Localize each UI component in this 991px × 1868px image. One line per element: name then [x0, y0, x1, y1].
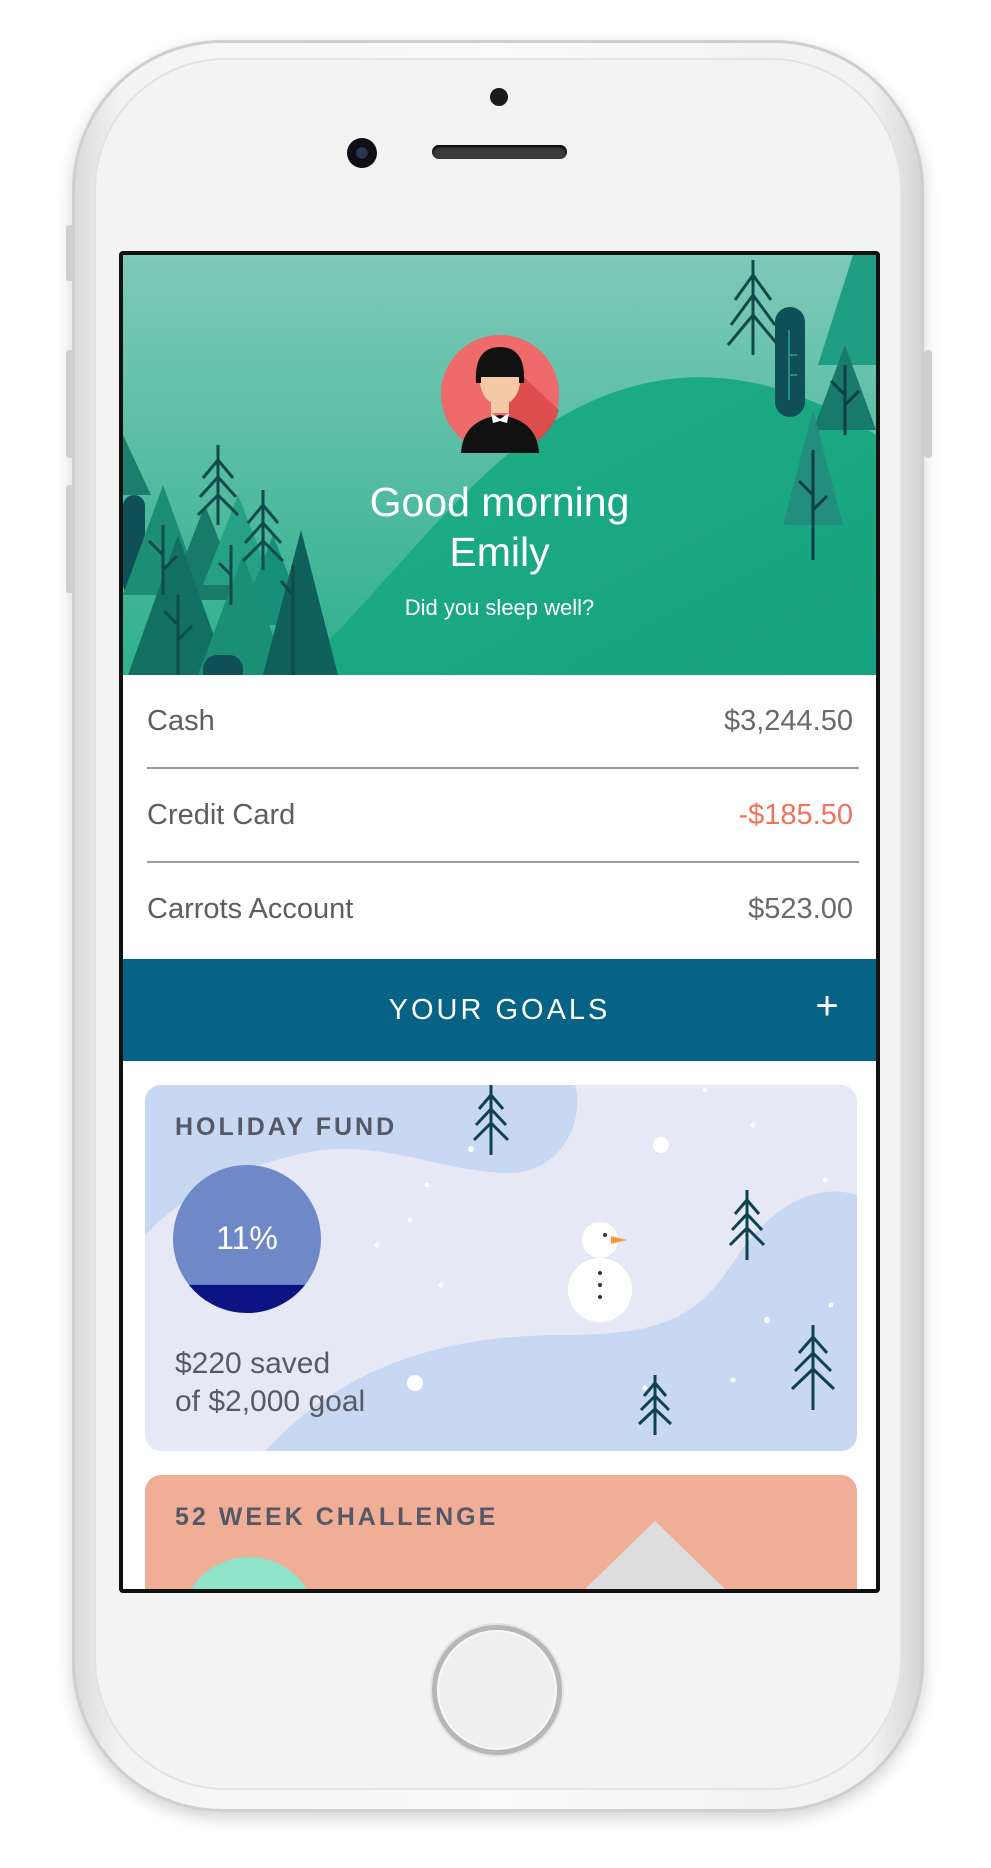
home-button[interactable]	[432, 1625, 562, 1755]
account-amount-negative: -$185.50	[738, 798, 854, 831]
goals-header: YOUR GOALS +	[123, 959, 876, 1061]
greeting-header: Good morning Emily Did you sleep well?	[123, 255, 876, 675]
account-name: Credit Card	[147, 798, 296, 831]
greeting-subtitle: Did you sleep well?	[404, 595, 595, 620]
front-camera	[347, 138, 377, 168]
goal-title: HOLIDAY FUND	[175, 1113, 398, 1141]
power-button	[924, 350, 932, 458]
earpiece-speaker	[432, 145, 567, 159]
goal-progress-label: 11%	[216, 1220, 278, 1256]
account-row-cash[interactable]: Cash $3,244.50	[147, 675, 859, 767]
proximity-sensor	[490, 88, 508, 106]
mountain-illustration	[145, 1475, 857, 1589]
goal-target-amount: of $2,000 goal	[175, 1385, 366, 1418]
goals-title: YOUR GOALS	[388, 994, 611, 1026]
app-view: Good morning Emily Did you sleep well? C…	[123, 255, 876, 1589]
account-name: Cash	[147, 704, 215, 737]
goal-card-52-week-challenge[interactable]: 52 WEEK CHALLENGE	[145, 1475, 857, 1589]
goal-saved-text: $220 saved of $2,000 goal	[175, 1345, 365, 1421]
phone-screen: Good morning Emily Did you sleep well? C…	[119, 251, 880, 1593]
goal-progress-fill	[173, 1284, 321, 1313]
add-goal-button[interactable]: +	[802, 981, 852, 1031]
mute-switch	[66, 225, 74, 281]
account-amount: $3,244.50	[723, 704, 853, 737]
goal-card-holiday-fund[interactable]: HOLIDAY FUND 11% $220 saved of $2,000 go…	[145, 1085, 857, 1451]
account-name: Carrots Account	[147, 892, 354, 925]
goal-saved-amount: $220 saved	[175, 1347, 331, 1380]
account-row-credit-card[interactable]: Credit Card -$185.50	[147, 769, 859, 861]
account-amount: $523.00	[748, 892, 853, 925]
goal-progress-circle: 11%	[173, 1165, 321, 1313]
greeting-line1: Good morning	[369, 479, 630, 525]
account-row-carrots[interactable]: Carrots Account $523.00	[147, 863, 859, 955]
user-name: Emily	[449, 529, 550, 575]
volume-up-button	[66, 350, 74, 458]
volume-down-button	[66, 485, 74, 593]
goal-title: 52 WEEK CHALLENGE	[175, 1503, 499, 1531]
greeting-text: Good morning Emily	[123, 477, 876, 577]
user-avatar[interactable]	[441, 335, 559, 453]
